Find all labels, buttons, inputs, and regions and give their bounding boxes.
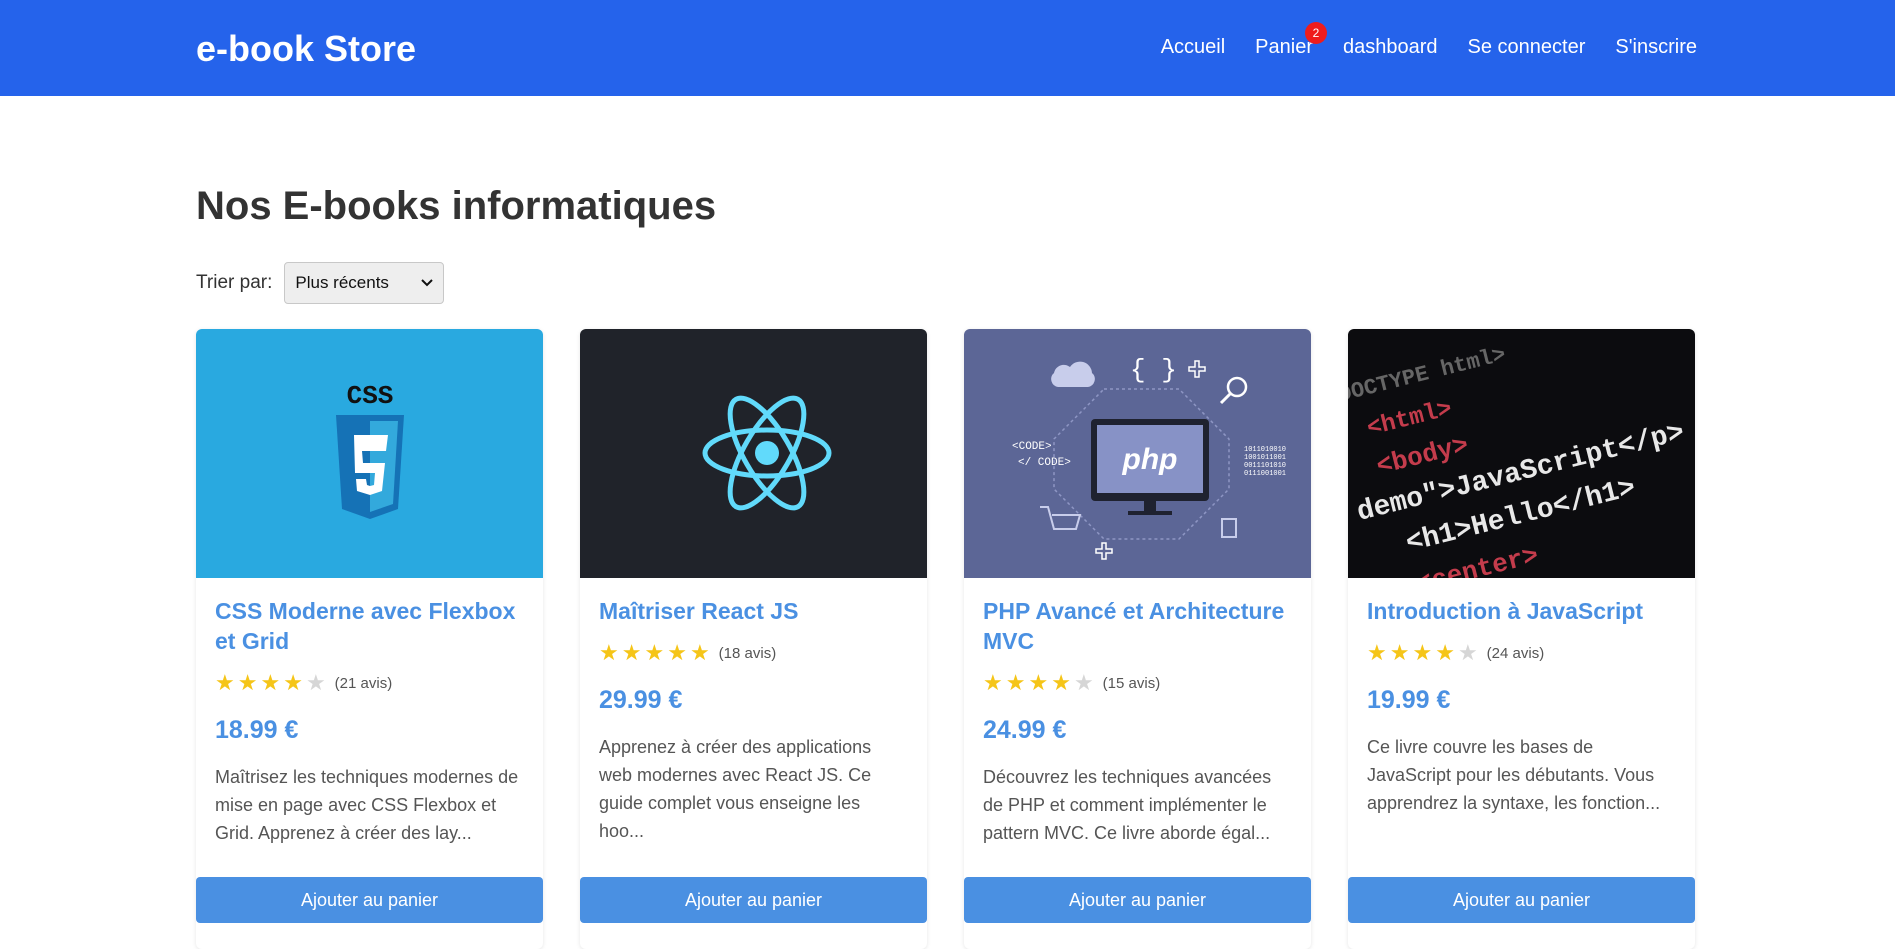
book-cover[interactable]: CSS: [196, 329, 543, 578]
binary-line: 1001011001: [1244, 454, 1286, 462]
book-title[interactable]: Maîtriser React JS: [599, 596, 908, 626]
nav-panier-label: Panier: [1255, 36, 1313, 58]
chevron-down-icon: [421, 279, 434, 287]
book-price: 19.99 €: [1367, 686, 1451, 714]
book-card-body: Introduction à JavaScript ★ ★ ★ ★ ★ (24 …: [1348, 578, 1695, 817]
book-price: 24.99 €: [983, 716, 1067, 744]
book-grid: CSS CSS Moderne avec Flexbox et Grid ★ ★…: [196, 329, 1697, 949]
star-icon: ★: [1005, 670, 1026, 695]
star-icon: ★: [667, 640, 687, 665]
book-card-body: PHP Avancé et Architecture MVC ★ ★ ★ ★ ★…: [964, 578, 1311, 847]
main-nav: Accueil Panier 2 dashboard Se connecter …: [1161, 22, 1697, 59]
code-line: DOCTYPE html>: [1348, 342, 1508, 408]
sort-select[interactable]: Plus récents: [284, 262, 445, 304]
star-icon: ★: [644, 640, 665, 665]
sort-control: Trier par: Plus récents: [196, 262, 445, 304]
brand-logo[interactable]: e-book Store: [196, 28, 416, 70]
book-cover[interactable]: [580, 329, 927, 578]
book-card-body: Maîtriser React JS ★ ★ ★ ★ ★ (18 avis) 2…: [580, 578, 927, 845]
binary-line: 0111001001: [1244, 470, 1286, 478]
book-description: Maîtrisez les techniques modernes de mis…: [215, 767, 519, 843]
review-count: (24 avis): [1486, 644, 1545, 662]
svg-text:{ }: { }: [1130, 355, 1177, 385]
star-icon: ★: [1073, 670, 1094, 695]
star-icon: ★: [237, 670, 258, 695]
sort-select-value: Plus récents: [295, 273, 389, 292]
star-icon: ★: [1457, 640, 1478, 665]
book-rating: ★ ★ ★ ★ ★ (15 avis): [983, 670, 1292, 696]
book-cover[interactable]: php { } <CODE> </ CODE> 1011010010 10010…: [964, 329, 1311, 578]
cart-count-badge: 2: [1304, 22, 1327, 44]
star-icon: ★: [1412, 640, 1433, 665]
book-title[interactable]: Introduction à JavaScript: [1367, 596, 1676, 626]
page-title: Nos E-books informatiques: [196, 184, 717, 228]
star-icon: ★: [283, 670, 303, 695]
book-price: 18.99 €: [215, 716, 299, 744]
star-icon: ★: [1028, 670, 1049, 695]
review-count: (15 avis): [1102, 674, 1161, 692]
book-description: Apprenez à créer des applications web mo…: [599, 737, 872, 841]
star-icon: ★: [1367, 640, 1387, 665]
book-rating: ★ ★ ★ ★ ★ (21 avis): [215, 670, 524, 696]
add-to-cart-button[interactable]: Ajouter au panier: [580, 877, 927, 923]
book-card: Maîtriser React JS ★ ★ ★ ★ ★ (18 avis) 2…: [580, 329, 927, 949]
nav-panier[interactable]: Panier 2: [1255, 22, 1327, 59]
nav-dashboard[interactable]: dashboard: [1343, 36, 1438, 59]
review-count: (21 avis): [334, 674, 393, 692]
star-icon: ★: [599, 640, 619, 665]
php-logo-text: php: [1122, 443, 1178, 476]
star-icon: ★: [215, 670, 235, 695]
book-card: php { } <CODE> </ CODE> 1011010010 10010…: [964, 329, 1311, 949]
binary-line: 1011010010: [1244, 446, 1286, 454]
star-icon: ★: [983, 670, 1003, 695]
star-icon: ★: [1051, 670, 1071, 695]
book-title[interactable]: CSS Moderne avec Flexbox et Grid: [215, 596, 524, 656]
book-description: Découvrez les techniques avancées de PHP…: [983, 767, 1272, 843]
js-code-illustration-icon: DOCTYPE html> <html> <body> demo">JavaSc…: [1348, 342, 1688, 578]
star-icon: ★: [621, 640, 642, 665]
star-icon: ★: [305, 670, 326, 695]
add-to-cart-button[interactable]: Ajouter au panier: [196, 877, 543, 923]
star-icon: ★: [1389, 640, 1410, 665]
star-icon: ★: [689, 640, 710, 665]
add-to-cart-button[interactable]: Ajouter au panier: [1348, 877, 1695, 923]
code-tag-close: </ CODE>: [1018, 457, 1071, 469]
sort-label: Trier par:: [196, 272, 273, 293]
nav-se-connecter[interactable]: Se connecter: [1468, 36, 1586, 59]
top-navbar: e-book Store Accueil Panier 2 dashboard …: [0, 0, 1895, 96]
react-logo-icon: [702, 395, 832, 511]
review-count: (18 avis): [718, 644, 777, 662]
book-card: CSS CSS Moderne avec Flexbox et Grid ★ ★…: [196, 329, 543, 949]
book-card: DOCTYPE html> <html> <body> demo">JavaSc…: [1348, 329, 1695, 949]
book-title[interactable]: PHP Avancé et Architecture MVC: [983, 596, 1292, 656]
nav-accueil[interactable]: Accueil: [1161, 36, 1225, 59]
book-price: 29.99 €: [599, 686, 683, 714]
book-card-body: CSS Moderne avec Flexbox et Grid ★ ★ ★ ★…: [196, 578, 543, 847]
book-description: Ce livre couvre les bases de JavaScript …: [1367, 737, 1661, 813]
nav-sinscrire[interactable]: S'inscrire: [1615, 36, 1697, 59]
css3-logo-icon: CSS: [336, 381, 404, 519]
star-icon: ★: [260, 670, 281, 695]
add-to-cart-button[interactable]: Ajouter au panier: [964, 877, 1311, 923]
code-tag-open: <CODE>: [1012, 441, 1052, 453]
css-logo-text: CSS: [347, 381, 394, 411]
book-rating: ★ ★ ★ ★ ★ (24 avis): [1367, 640, 1676, 666]
book-cover[interactable]: DOCTYPE html> <html> <body> demo">JavaSc…: [1348, 329, 1695, 578]
binary-line: 0011101010: [1244, 462, 1286, 470]
star-icon: ★: [1435, 640, 1455, 665]
php-illustration-icon: php { } <CODE> </ CODE> 1011010010 10010…: [1012, 355, 1286, 560]
book-rating: ★ ★ ★ ★ ★ (18 avis): [599, 640, 908, 666]
